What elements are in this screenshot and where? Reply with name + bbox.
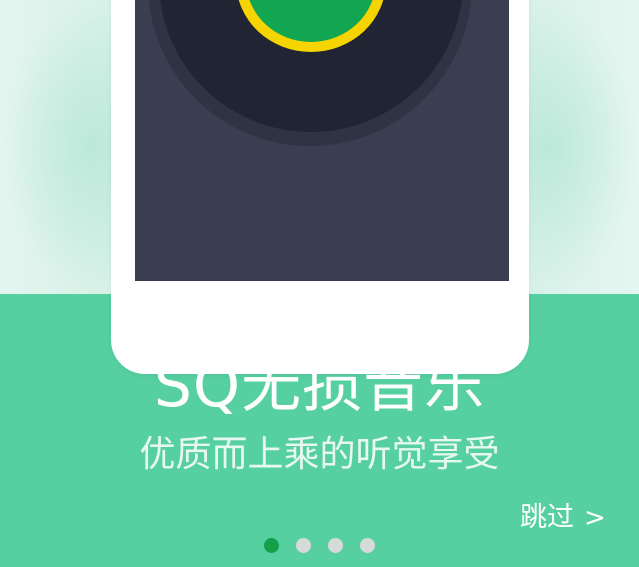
page-dot-4[interactable] <box>360 538 375 553</box>
onboarding-screen: SQ无损音乐 优质而上乘的听觉享受 跳过 > <box>0 0 639 567</box>
skip-button[interactable]: 跳过 > <box>520 498 606 538</box>
onboarding-subtitle: 优质而上乘的听觉享受 <box>139 434 500 475</box>
page-indicator <box>264 538 375 553</box>
phone-home-button-icon <box>291 300 345 354</box>
phone-screen-illustration <box>135 0 509 281</box>
chevron-right-icon: > <box>584 503 606 533</box>
page-dot-3[interactable] <box>328 538 343 553</box>
page-dot-2[interactable] <box>296 538 311 553</box>
skip-label: 跳过 <box>520 502 574 533</box>
page-dot-1[interactable] <box>264 538 279 553</box>
onboarding-title: SQ无损音乐 <box>153 351 486 421</box>
